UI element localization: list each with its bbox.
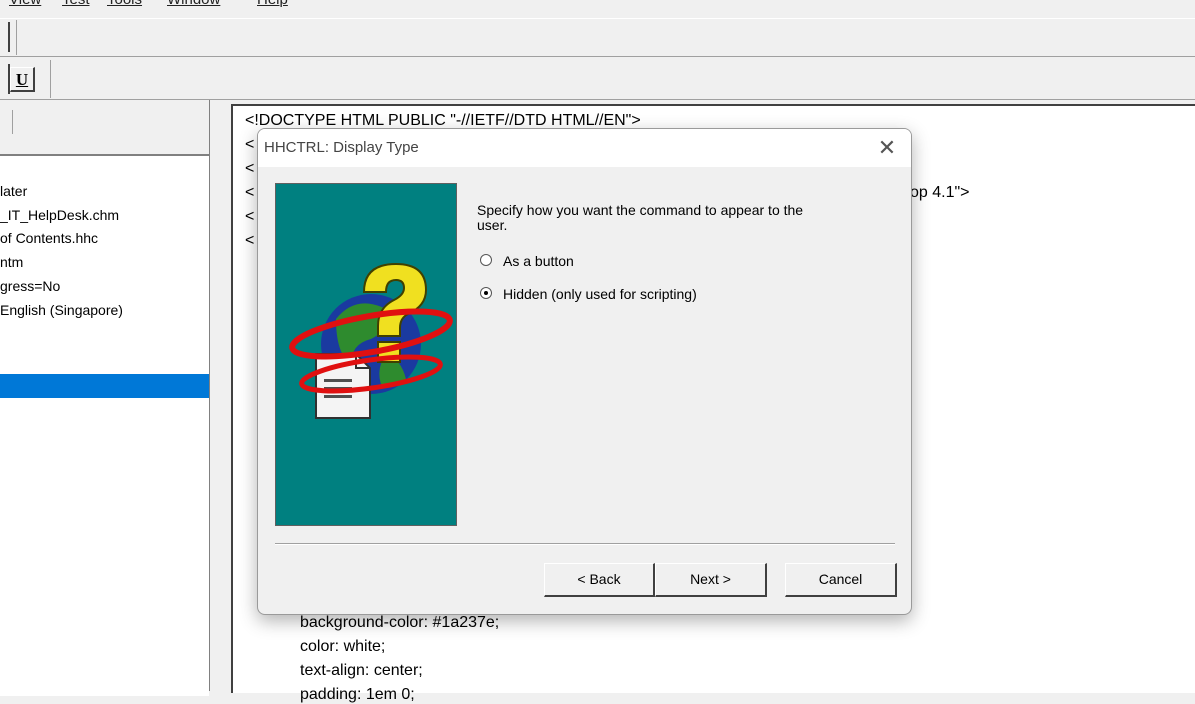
code-line: <	[245, 136, 255, 153]
selected-row[interactable]	[0, 374, 209, 398]
code-line: padding: 1em 0;	[300, 686, 415, 703]
toolbar-top	[0, 18, 1195, 56]
menu-tools[interactable]: Tools	[107, 0, 142, 8]
cancel-button[interactable]: Cancel	[785, 563, 897, 597]
option-label: Hidden (only used for scripting)	[503, 286, 697, 302]
toolbar-button-edge[interactable]	[8, 22, 10, 52]
toolbar-separator-2	[50, 60, 51, 98]
underline-button[interactable]: U	[10, 67, 35, 92]
project-item[interactable]: ntm	[0, 254, 23, 270]
display-type-dialog: HHCTRL: Display Type ✕ Specify how you w…	[257, 128, 912, 615]
toolbar-bottom-divider	[0, 99, 1195, 100]
project-item[interactable]: later	[0, 183, 27, 199]
option-label: As a button	[503, 253, 574, 269]
help-wizard-icon	[289, 262, 453, 419]
code-line: text-align: center;	[300, 662, 423, 679]
menu-help[interactable]: Help	[257, 0, 288, 8]
menu-test[interactable]: Test	[62, 0, 90, 8]
pane-splitter[interactable]	[209, 100, 232, 691]
menu-window[interactable]: Window	[167, 0, 220, 8]
code-line: color: white;	[300, 638, 386, 655]
code-line: <	[245, 160, 255, 177]
back-button[interactable]: < Back	[544, 563, 655, 597]
dialog-title: HHCTRL: Display Type	[264, 139, 419, 156]
wizard-image	[275, 183, 457, 526]
project-item[interactable]: of Contents.hhc	[0, 230, 98, 246]
code-line: <	[245, 184, 255, 201]
toolbar-edge	[0, 18, 1195, 19]
project-panel: later _IT_HelpDesk.chm of Contents.hhc n…	[0, 154, 209, 696]
menu-bar: View Test Tools Window Help	[0, 0, 1195, 11]
radio-button[interactable]	[480, 287, 492, 299]
dialog-divider	[275, 543, 895, 545]
dialog-prompt: Specify how you want the command to appe…	[477, 202, 804, 233]
radio-button[interactable]	[480, 254, 492, 266]
toolbar-format	[0, 57, 1195, 99]
next-button[interactable]: Next >	[655, 563, 767, 597]
close-icon[interactable]: ✕	[863, 129, 911, 167]
project-item[interactable]: English (Singapore)	[0, 302, 123, 318]
code-line: background-color: #1a237e;	[300, 614, 500, 631]
code-line: <	[245, 208, 255, 225]
toolbar-separator	[16, 20, 17, 55]
code-line: <	[245, 232, 255, 249]
dialog-titlebar[interactable]: HHCTRL: Display Type ✕	[258, 129, 911, 167]
code-fragment: op 4.1">	[910, 184, 970, 201]
menu-view[interactable]: View	[9, 0, 41, 8]
tab-edge[interactable]	[12, 110, 13, 134]
project-item[interactable]: gress=No	[0, 278, 60, 294]
project-item[interactable]: _IT_HelpDesk.chm	[0, 207, 119, 223]
